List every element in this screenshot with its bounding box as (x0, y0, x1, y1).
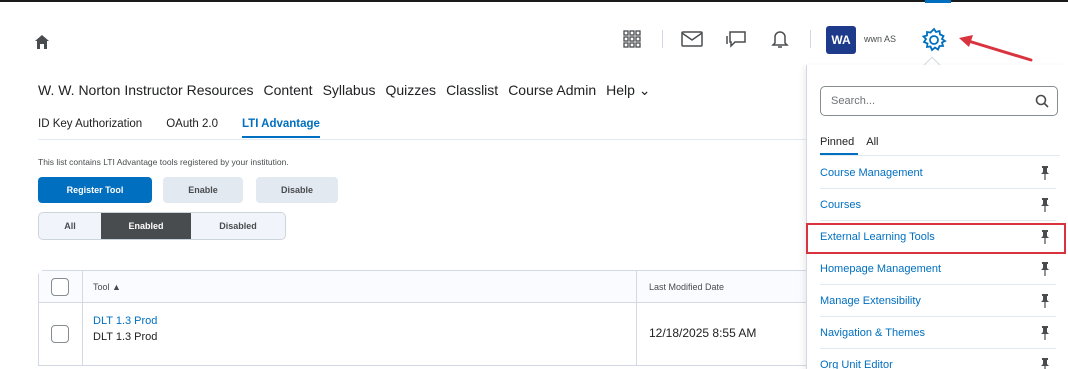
top-border (0, 0, 1068, 2)
bell-icon[interactable] (766, 26, 794, 52)
nav-item-classlist[interactable]: Classlist (446, 82, 498, 99)
tool-link[interactable]: Org Unit Editor (820, 359, 893, 369)
select-all-checkbox[interactable] (51, 278, 69, 296)
status-filter: All Enabled Disabled (38, 212, 286, 240)
enable-button[interactable]: Enable (163, 177, 243, 203)
course-navbar: W. W. Norton Instructor Resources Conten… (38, 82, 651, 99)
arrow-annotation (959, 35, 1033, 62)
tool-subname: DLT 1.3 Prod (93, 331, 158, 343)
list-item[interactable]: Manage Extensibility (820, 285, 1056, 317)
pin-icon[interactable] (1040, 326, 1050, 340)
gear-icon[interactable] (921, 27, 947, 53)
tab-oauth[interactable]: OAuth 2.0 (166, 118, 218, 138)
pin-icon[interactable] (1040, 294, 1050, 308)
disable-button[interactable]: Disable (256, 177, 338, 203)
gear-active-indicator (925, 0, 951, 3)
last-modified-date: 12/18/2025 8:55 AM (649, 326, 757, 340)
row-checkbox[interactable] (51, 325, 69, 343)
nav-item-quizzes[interactable]: Quizzes (385, 82, 436, 99)
search-placeholder: Search... (831, 95, 876, 107)
subtabs-divider (38, 139, 808, 140)
admin-tools-panel: Search... Pinned All Course Management C… (806, 65, 1068, 369)
tab-pinned[interactable]: Pinned (820, 136, 854, 148)
apps-grid-icon[interactable] (618, 26, 646, 52)
tools-table: Tool ▲ Last Modified Date DLT 1.3 Prod D… (38, 270, 808, 366)
tool-link[interactable]: Navigation & Themes (820, 327, 925, 339)
list-item[interactable]: Org Unit Editor (820, 349, 1056, 369)
tab-id-key-authorization[interactable]: ID Key Authorization (38, 118, 142, 138)
register-tool-button[interactable]: Register Tool (38, 177, 152, 203)
column-divider (636, 271, 637, 302)
nav-item-help[interactable]: Help ⌄ (606, 82, 650, 99)
pin-icon[interactable] (1040, 166, 1050, 180)
tool-link[interactable]: Manage Extensibility (820, 295, 921, 307)
header-divider (662, 30, 663, 48)
column-divider (82, 303, 83, 365)
table-row: DLT 1.3 Prod DLT 1.3 Prod 12/18/2025 8:5… (39, 303, 808, 365)
column-divider (82, 271, 83, 302)
home-icon[interactable] (34, 34, 50, 50)
filter-all[interactable]: All (39, 213, 101, 239)
pinned-tools-list: Course Management Courses External Learn… (807, 157, 1068, 369)
column-header-tool[interactable]: Tool ▲ (93, 282, 121, 292)
list-item[interactable]: Courses (820, 189, 1056, 221)
filter-disabled[interactable]: Disabled (191, 213, 285, 239)
list-item[interactable]: Homepage Management (820, 253, 1056, 285)
filter-enabled[interactable]: Enabled (101, 213, 191, 239)
avatar[interactable]: WA (826, 26, 856, 54)
search-icon[interactable] (1035, 94, 1049, 108)
column-divider (636, 303, 637, 365)
nav-item-syllabus[interactable]: Syllabus (323, 82, 376, 99)
nav-item-course-admin[interactable]: Course Admin (508, 82, 596, 99)
chat-icon[interactable] (722, 26, 750, 52)
panel-tabs-divider (820, 155, 1060, 156)
highlight-annotation (806, 223, 1066, 254)
username[interactable]: wwn AS (864, 34, 896, 44)
tab-all[interactable]: All (866, 136, 878, 148)
nav-item-norton[interactable]: W. W. Norton Instructor Resources (38, 82, 254, 99)
tool-name-link[interactable]: DLT 1.3 Prod (93, 315, 157, 327)
pin-icon[interactable] (1040, 262, 1050, 276)
table-header: Tool ▲ Last Modified Date (39, 271, 808, 303)
mail-icon[interactable] (678, 26, 706, 52)
column-header-date[interactable]: Last Modified Date (649, 282, 724, 292)
panel-tabs: Pinned All (820, 136, 879, 148)
header-divider (810, 30, 811, 48)
pin-icon[interactable] (1040, 358, 1050, 369)
subtabs: ID Key Authorization OAuth 2.0 LTI Advan… (38, 118, 344, 138)
nav-item-content[interactable]: Content (264, 82, 313, 99)
list-item[interactable]: Navigation & Themes (820, 317, 1056, 349)
list-item[interactable]: Course Management (820, 157, 1056, 189)
tool-link[interactable]: Homepage Management (820, 263, 941, 275)
search-input[interactable]: Search... (820, 86, 1058, 116)
tool-link[interactable]: Course Management (820, 167, 923, 179)
page-description: This list contains LTI Advantage tools r… (38, 157, 289, 167)
tool-link[interactable]: Courses (820, 199, 861, 211)
tab-lti-advantage[interactable]: LTI Advantage (242, 118, 320, 138)
pin-icon[interactable] (1040, 198, 1050, 212)
